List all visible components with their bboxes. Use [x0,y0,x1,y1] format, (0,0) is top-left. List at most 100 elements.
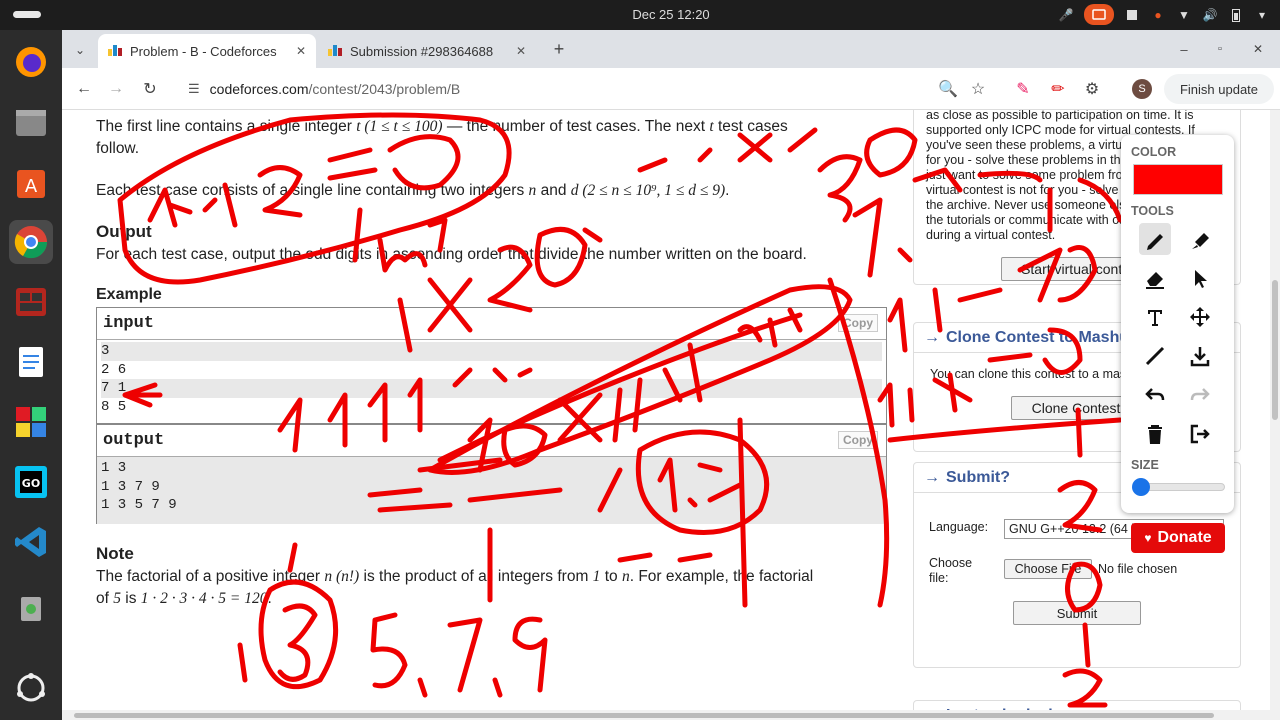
move-tool-icon[interactable] [1184,301,1216,333]
text: and [536,182,571,199]
box-title: Submit? [946,468,1010,486]
extension-pen-icon[interactable]: ✎ [1013,79,1033,99]
output-heading: Output [96,222,152,241]
app-center-icon[interactable]: A [9,160,53,204]
text: . [267,590,272,607]
sample-input-body[interactable]: 32 67 18 5 [97,340,886,418]
scrollbar-thumb[interactable] [74,713,1214,718]
size-label: SIZE [1131,458,1159,472]
vertical-scrollbar[interactable] [1270,110,1280,720]
line-tool-icon[interactable] [1139,340,1171,372]
close-icon[interactable]: ✕ [516,44,526,58]
mic-active-icon: ● [1154,7,1162,22]
download-tool-icon[interactable] [1184,340,1216,372]
trash-icon[interactable] [9,585,53,629]
volume-icon: 🔊 [1202,7,1218,22]
chrome-icon[interactable] [9,220,53,264]
text-line: as close as possible to participation on… [926,110,1194,122]
codeforces-favicon-icon [108,44,122,59]
output-line: 1 3 7 9 [101,478,160,495]
codeforces-favicon-icon [328,44,342,59]
screen-record-icon[interactable] [1084,4,1114,25]
minimize-icon[interactable]: – [1174,39,1194,59]
undo-icon[interactable] [1139,379,1171,411]
text: of [96,590,114,607]
pointer-tool-icon[interactable] [1184,262,1216,294]
no-file-text: No file chosen [1098,562,1178,576]
input-label: input [103,314,155,333]
tab-title: Submission #298364688 [350,43,494,59]
activities-button[interactable] [13,11,41,18]
firefox-icon[interactable] [9,40,53,84]
reload-icon[interactable]: ↻ [140,79,160,99]
text: . [725,182,730,199]
page-content: The first line contains a single integer… [62,110,1280,720]
copy-button[interactable]: Copy [838,431,878,449]
show-apps-icon[interactable] [9,666,53,710]
text: is [120,590,141,607]
url-domain: codeforces.com [209,81,309,97]
text-editor-icon[interactable] [9,340,53,384]
address-bar[interactable]: ☰ codeforces.com/contest/2043/problem/B [174,73,1036,105]
color-swatch[interactable] [1133,164,1223,195]
sample-output-body[interactable]: 1 3 1 3 7 9 1 3 5 7 9 [97,457,886,524]
stop-record-icon[interactable] [1124,7,1140,23]
note-heading: Note [96,544,134,563]
draw-tools-panel: COLOR TOOLS SIZE [1121,135,1234,513]
donate-button[interactable]: ♥ Donate [1131,523,1225,553]
text: to [600,568,622,585]
avatar[interactable]: S [1132,79,1152,99]
text: is the product of all integers from [359,568,593,585]
size-slider[interactable] [1132,478,1225,496]
choose-file-button[interactable]: Choose File [1004,559,1092,579]
microphone-icon: 🎤 [1058,7,1074,22]
math: t (1 ≤ t ≤ 100) [356,118,443,135]
office-app-icon[interactable] [9,400,53,444]
math: 1 · 2 · 3 · 4 · 5 = 120 [140,590,268,607]
exit-icon[interactable] [1184,418,1216,450]
site-info-icon[interactable]: ☰ [188,81,200,97]
eraser-tool-icon[interactable] [1139,262,1171,294]
back-icon[interactable]: ← [74,79,94,99]
scrollbar-thumb[interactable] [1272,280,1278,420]
submit-button[interactable]: Submit [1013,601,1141,625]
clock[interactable]: Dec 25 12:20 [600,7,742,22]
media-app-icon[interactable] [9,280,53,324]
output-label: output [103,431,165,450]
wifi-icon: ▼ [1178,7,1190,22]
close-icon[interactable]: ✕ [296,44,306,58]
tab-search-icon[interactable]: ⌄ [70,40,90,60]
pen-tool-icon[interactable] [1139,223,1171,255]
extensions-puzzle-icon[interactable]: ⚙ [1082,79,1102,99]
copy-button[interactable]: Copy [838,314,878,332]
power-menu-icon[interactable]: ▾ [1254,7,1270,23]
bookmark-star-icon[interactable]: ☆ [968,79,988,99]
output-spec: For each test case, output the odd digit… [96,246,807,263]
new-tab-icon[interactable]: + [549,39,569,59]
forward-icon[interactable]: → [106,79,126,99]
tab-submission[interactable]: Submission #298364688 ✕ [318,34,536,68]
input-spec-paragraph-2: Each test case consists of a single line… [96,180,886,202]
maximize-icon[interactable]: ▫ [1210,39,1230,59]
text: — the number of test cases. The next [442,118,710,135]
input-line: 2 6 [101,361,127,378]
text-tool-icon[interactable] [1139,301,1171,333]
output-line: 1 3 [101,460,127,476]
tab-problem[interactable]: Problem - B - Codeforces ✕ [98,34,316,68]
redo-icon[interactable] [1184,379,1216,411]
slider-knob[interactable] [1132,478,1150,496]
extension-marker-icon[interactable]: ✏ [1048,79,1068,99]
browser-window: ⌄ Problem - B - Codeforces ✕ Submission … [62,30,1280,720]
files-icon[interactable] [9,100,53,144]
zoom-icon[interactable]: 🔍 [938,79,958,99]
battery-icon [1228,7,1244,23]
window-close-icon[interactable]: ✕ [1248,39,1268,59]
highlighter-tool-icon[interactable] [1184,223,1216,255]
horizontal-scrollbar[interactable] [62,710,1270,720]
goland-icon[interactable]: GO [9,460,53,504]
vscode-icon[interactable] [9,520,53,564]
text: The first line contains a single integer [96,118,357,135]
system-tray[interactable]: 🎤 ● ▼ 🔊 ▾ [1058,4,1270,25]
delete-icon[interactable] [1139,418,1171,450]
finish-update-button[interactable]: Finish update [1164,74,1274,104]
